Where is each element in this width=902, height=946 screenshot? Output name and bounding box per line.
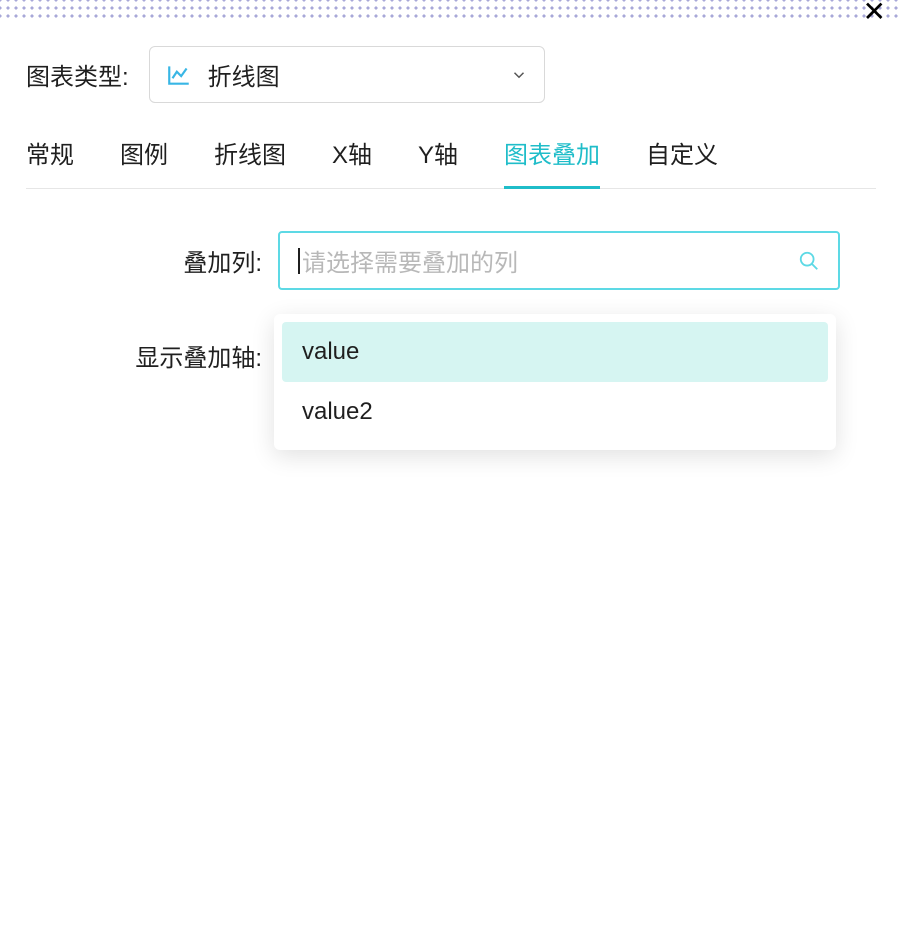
show-overlay-axis-label: 显示叠加轴:: [26, 338, 278, 373]
chevron-down-icon: [510, 66, 528, 84]
overlay-column-select[interactable]: 请选择需要叠加的列: [278, 231, 840, 290]
tab-chart-overlay[interactable]: 图表叠加: [504, 135, 600, 188]
dropdown-option-value[interactable]: value: [282, 322, 828, 382]
dropdown-panel: value value2: [274, 314, 836, 450]
tab-line-chart[interactable]: 折线图: [214, 135, 286, 188]
search-icon: [798, 250, 820, 272]
tab-general[interactable]: 常规: [26, 135, 74, 188]
tab-y-axis[interactable]: Y轴: [418, 135, 458, 188]
overlay-column-placeholder: 请选择需要叠加的列: [302, 243, 798, 278]
drag-handle[interactable]: ✕: [0, 0, 902, 18]
chart-type-label: 图表类型:: [26, 57, 129, 92]
tab-custom[interactable]: 自定义: [646, 135, 718, 188]
tab-x-axis[interactable]: X轴: [332, 135, 372, 188]
text-cursor: [298, 248, 300, 274]
overlay-column-label: 叠加列:: [26, 243, 278, 278]
close-icon[interactable]: ✕: [863, 0, 886, 26]
chart-type-value: 折线图: [208, 57, 494, 92]
tabs: 常规 图例 折线图 X轴 Y轴 图表叠加 自定义: [26, 135, 876, 189]
tab-legend[interactable]: 图例: [120, 135, 168, 188]
line-chart-icon: [166, 62, 192, 88]
dropdown-option-value2[interactable]: value2: [282, 382, 828, 442]
chart-type-select[interactable]: 折线图: [149, 46, 545, 103]
